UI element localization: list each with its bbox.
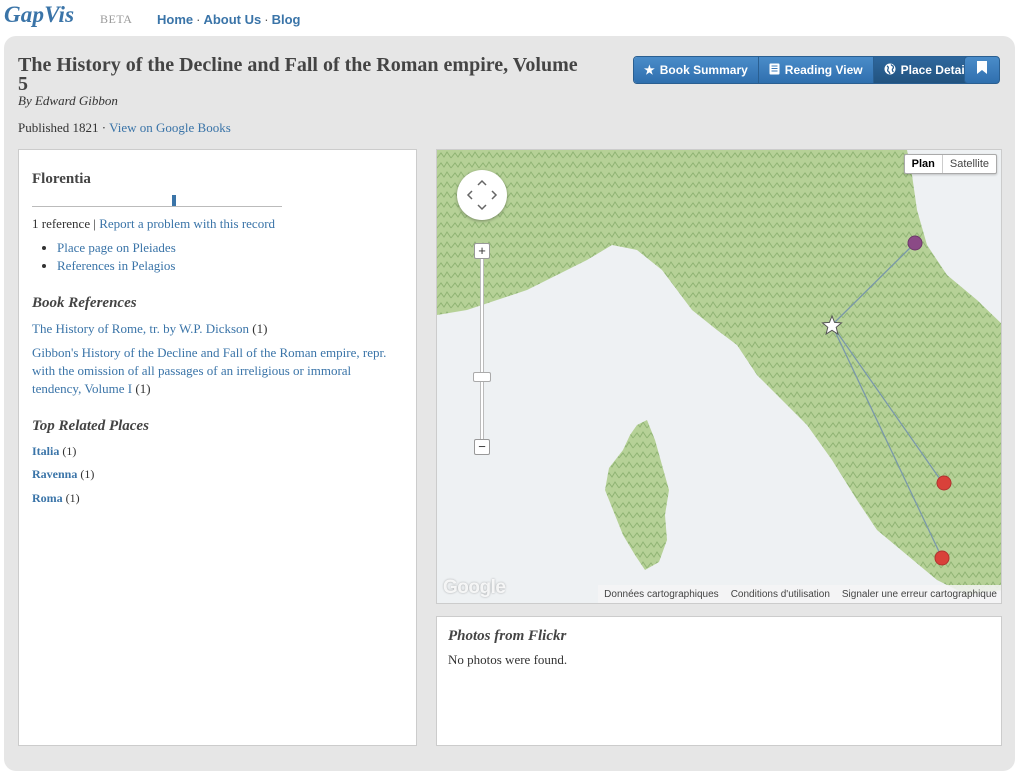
view-button-group: ★ Book Summary Reading View Place Detail [633,56,979,84]
related-place-item: Ravenna (1) [32,467,94,482]
pan-right-icon[interactable] [491,190,498,200]
book-reference-item: Gibbon's History of the Decline and Fall… [32,344,402,398]
related-place-count: (1) [59,444,77,458]
nav-separator: · [196,12,201,27]
nav-separator: · [264,12,269,27]
pelagios-link[interactable]: References in Pelagios [57,258,175,273]
zoom-slider-track[interactable] [480,250,484,446]
top-bar: GapVis BETA Home · About Us · Blog [0,0,1019,36]
place-links-list: Place page on Pleiades References in Pel… [57,239,176,275]
map-footer: Données cartographiques Conditions d'uti… [598,585,1001,603]
flickr-empty-message: No photos were found. [448,652,568,667]
map-type-satellite[interactable]: Satellite [943,155,996,173]
nav-home[interactable]: Home [157,12,193,27]
bookmark-icon [977,61,987,79]
star-icon: ★ [644,63,655,77]
zoom-out-button[interactable]: − [474,439,490,455]
place-name: Florentia [32,171,91,187]
beta-badge: BETA [100,12,133,26]
place-detail-button[interactable]: Place Detail [873,57,978,83]
globe-icon [884,63,896,78]
related-places-heading: Top Related Places [32,418,149,434]
list-item: References in Pelagios [57,257,176,275]
related-place-count: (1) [62,491,80,505]
pan-up-icon[interactable] [477,179,487,186]
book-summary-button[interactable]: ★ Book Summary [634,57,759,83]
related-place-item: Italia (1) [32,444,76,459]
place-info-box: Florentia 1 reference | Report a problem… [18,149,417,746]
map-type-plan[interactable]: Plan [905,155,943,173]
terms-link[interactable]: Conditions d'utilisation [731,589,830,600]
frequency-bar[interactable] [172,195,176,206]
publication-info: Published 1821 · View on Google Books [18,120,231,136]
related-place-count: (1) [77,467,95,481]
report-map-error-link[interactable]: Signaler une erreur cartographique [842,589,997,600]
book-reference-item: The History of Rome, tr. by W.P. Dickson… [32,320,402,338]
reference-separator: | [90,216,100,231]
bookmark-button[interactable] [964,56,1000,84]
main-panel: The History of the Decline and Fall of t… [4,36,1015,771]
reading-view-label: Reading View [784,63,863,77]
place-detail-label: Place Detail [900,63,968,77]
book-reference-link[interactable]: Gibbon's History of the Decline and Fall… [32,345,386,396]
published-year: Published 1821 · [18,120,110,135]
book-references-heading: Book References [32,295,137,311]
reference-count: 1 reference [32,216,91,231]
book-summary-label: Book Summary [659,63,748,77]
map-data-link[interactable]: Données cartographiques [604,589,719,600]
pleiades-link[interactable]: Place page on Pleiades [57,240,176,255]
book-title: The History of the Decline and Fall of t… [18,54,578,95]
google-logo: Google [443,577,506,598]
map-type-control: Plan Satellite [903,154,997,174]
nav-blog[interactable]: Blog [272,12,301,27]
reference-line: 1 reference | Report a problem with this… [32,216,275,232]
map[interactable]: Plan Satellite + − Google Données cartog… [436,149,1002,604]
zoom-in-button[interactable]: + [474,243,490,259]
ravenna-marker[interactable] [907,235,923,251]
list-item: Place page on Pleiades [57,239,176,257]
book-icon [769,63,780,78]
main-nav: Home · About Us · Blog [157,12,300,27]
roma-marker[interactable] [934,550,950,566]
book-reference-count: (1) [249,321,268,336]
app-logo[interactable]: GapVis [4,2,74,28]
pan-control[interactable] [457,170,507,220]
book-reference-link[interactable]: The History of Rome, tr. by W.P. Dickson [32,321,249,336]
related-place-item: Roma (1) [32,491,80,506]
nav-about-us[interactable]: About Us [203,12,261,27]
google-books-link[interactable]: View on Google Books [109,120,231,135]
related-place-link[interactable]: Ravenna [32,467,77,481]
flickr-photos-box: Photos from Flickr No photos were found. [436,616,1002,746]
reading-view-button[interactable]: Reading View [758,57,874,83]
place-marker[interactable] [936,475,952,491]
pan-down-icon[interactable] [477,204,487,211]
flickr-heading: Photos from Flickr [448,628,567,644]
book-reference-count: (1) [132,381,151,396]
map-canvas[interactable] [437,150,1002,604]
book-author: By Edward Gibbon [18,93,118,108]
related-place-link[interactable]: Roma [32,491,63,505]
pan-left-icon[interactable] [466,190,473,200]
zoom-slider-handle[interactable] [473,372,491,382]
frequency-timeline [32,206,282,207]
related-place-link[interactable]: Italia [32,444,59,458]
report-problem-link[interactable]: Report a problem with this record [99,216,275,231]
